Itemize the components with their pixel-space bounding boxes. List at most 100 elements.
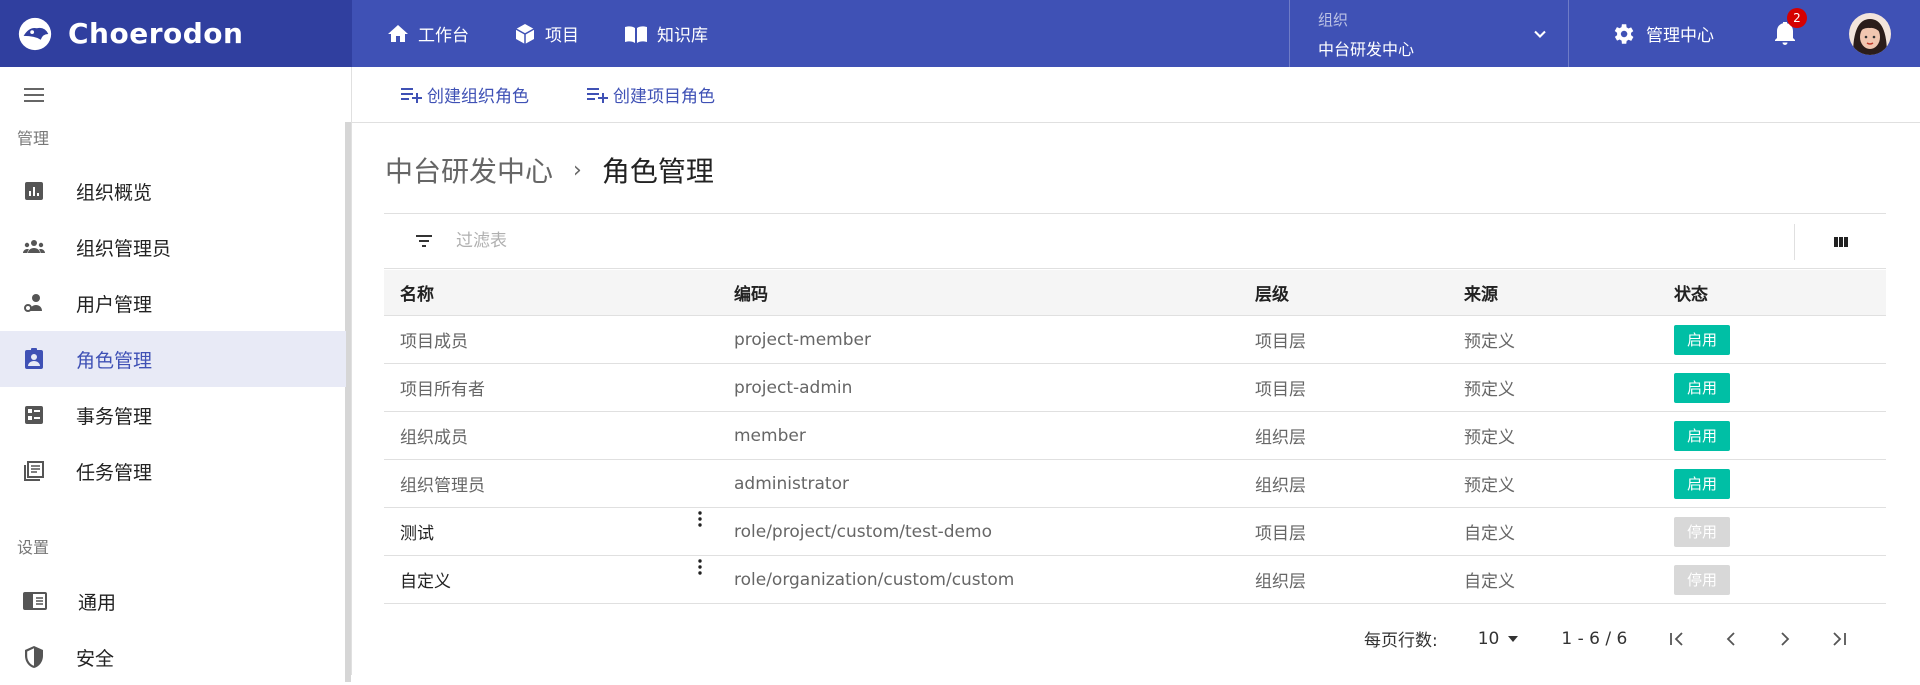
action-label: 创建项目角色 [613,87,715,107]
sidebar-item-label: 角色管理 [76,349,153,372]
playlist-add-icon [587,87,608,103]
action-bar: 创建组织角色 创建项目角色 [352,67,1920,123]
role-source: 自定义 [1464,524,1515,544]
filter-input[interactable] [456,231,1456,251]
create-project-role-button[interactable]: 创建项目角色 [585,82,715,107]
divider [1794,224,1795,260]
role-source: 预定义 [1464,332,1515,352]
sidebar-item-label: 通用 [78,591,117,614]
more-vertical-icon[interactable] [691,558,709,576]
table-row[interactable]: 项目所有者 project-admin 项目层 预定义 启用 [384,364,1886,412]
top-nav: 工作台 项目 知识库 [352,0,752,67]
column-header-level[interactable]: 层级 [1255,280,1464,305]
status-badge: 启用 [1674,468,1730,499]
org-selector[interactable]: 组织 中台研发中心 [1289,0,1569,67]
brand[interactable]: Choerodon [0,0,352,67]
role-level: 项目层 [1255,380,1306,400]
sidebar-item-tasks[interactable]: 任务管理 [0,443,346,499]
sidebar-item-label: 组织管理员 [76,237,172,260]
task-icon [24,461,44,481]
create-org-role-button[interactable]: 创建组织角色 [399,82,529,107]
avatar[interactable] [1849,13,1891,55]
rows-per-page-select[interactable]: 10 [1478,629,1520,649]
role-level: 项目层 [1255,332,1306,352]
section-label-settings: 设置 [17,538,50,557]
role-level: 组织层 [1255,428,1306,448]
sidebar-item-label: 任务管理 [76,461,153,484]
column-header-code[interactable]: 编码 [734,280,1255,305]
role-source: 预定义 [1464,428,1515,448]
role-name: 组织管理员 [400,476,485,496]
sidebar-item-transactions[interactable]: 事务管理 [0,387,346,443]
nav-knowledge[interactable]: 知识库 [623,21,708,46]
role-code: project-admin [734,377,853,398]
sidebar: 管理 组织概览 组织管理员 用户管理 角色管理 事务管理 任务管理 设置 通用 … [0,67,352,682]
sidebar-item-users[interactable]: 用户管理 [0,275,346,331]
top-bar: Choerodon 工作台 项目 知识库 组织 中台研发中心 管理中心 2 [0,0,1920,67]
chevron-down-icon [1534,30,1546,38]
cube-icon [515,23,535,44]
table-row[interactable]: 自定义 role/organization/custom/custom 组织层 … [384,556,1886,604]
nav-projects[interactable]: 项目 [513,21,579,46]
action-label: 创建组织角色 [427,87,529,107]
rows-per-page-value: 10 [1477,628,1500,649]
role-code: member [734,425,806,446]
column-header-name[interactable]: 名称 [384,280,734,305]
pagination: 每页行数: 10 1 - 6 / 6 [1364,626,1883,651]
table-row[interactable]: 组织管理员 administrator 组织层 预定义 启用 [384,460,1886,508]
status-cell: 启用 [1674,420,1886,451]
breadcrumb: 中台研发中心 › 角色管理 [385,150,714,190]
user-settings-icon [24,294,42,312]
admin-center-label: 管理中心 [1646,26,1714,46]
role-name: 组织成员 [400,428,468,448]
nav-label: 工作台 [418,26,469,46]
role-code: role/organization/custom/custom [734,569,1015,590]
role-name: 测试 [400,524,434,544]
rows-per-page-label: 每页行数: [1364,631,1438,651]
nav-workbench[interactable]: 工作台 [386,21,469,46]
notification-badge: 2 [1787,8,1807,28]
sidebar-item-label: 组织概览 [76,181,153,204]
last-page-icon[interactable] [1829,629,1849,649]
table-row[interactable]: 组织成员 member 组织层 预定义 启用 [384,412,1886,460]
sidebar-item-org-overview[interactable]: 组织概览 [0,163,346,219]
bar-chart-icon [25,182,43,200]
notifications-button[interactable]: 2 [1773,8,1807,46]
status-badge: 停用 [1674,516,1730,547]
prev-page-icon[interactable] [1721,629,1741,649]
column-header-status[interactable]: 状态 [1674,280,1886,305]
more-vertical-icon[interactable] [691,510,709,528]
home-icon [388,24,408,42]
page-title: 角色管理 [601,155,714,188]
sidebar-item-general[interactable]: 通用 [0,573,346,629]
sidebar-item-label: 安全 [76,647,115,670]
role-name: 项目成员 [400,332,468,352]
role-name: 项目所有者 [400,380,485,400]
status-cell: 启用 [1674,372,1886,403]
next-page-icon[interactable] [1775,629,1795,649]
sidebar-item-security[interactable]: 安全 [0,629,346,685]
sidebar-item-roles[interactable]: 角色管理 [0,331,346,387]
status-badge: 启用 [1674,420,1730,451]
admin-center-button[interactable]: 管理中心 [1610,0,1714,67]
table-row[interactable]: 项目成员 project-member 项目层 预定义 启用 [384,316,1886,364]
group-icon [23,240,45,253]
role-code: project-member [734,329,871,350]
nav-label: 知识库 [657,26,708,46]
table-header: 名称 编码 层级 来源 状态 [384,270,1886,316]
breadcrumb-parent[interactable]: 中台研发中心 [385,150,553,190]
role-source: 预定义 [1464,380,1515,400]
sidebar-item-org-admins[interactable]: 组织管理员 [0,219,346,275]
filter-icon[interactable] [412,229,436,253]
status-cell: 启用 [1674,324,1886,355]
table-row[interactable]: 测试 role/project/custom/test-demo 项目层 自定义… [384,508,1886,556]
shield-icon [25,646,43,668]
columns-icon[interactable] [1833,235,1849,249]
menu-toggle-button[interactable] [22,85,46,105]
sidebar-item-label: 事务管理 [76,405,153,428]
first-page-icon[interactable] [1667,629,1687,649]
column-header-source[interactable]: 来源 [1464,280,1674,305]
breadcrumb-separator: › [573,157,582,183]
status-badge: 停用 [1674,564,1730,595]
role-level: 组织层 [1255,572,1306,592]
